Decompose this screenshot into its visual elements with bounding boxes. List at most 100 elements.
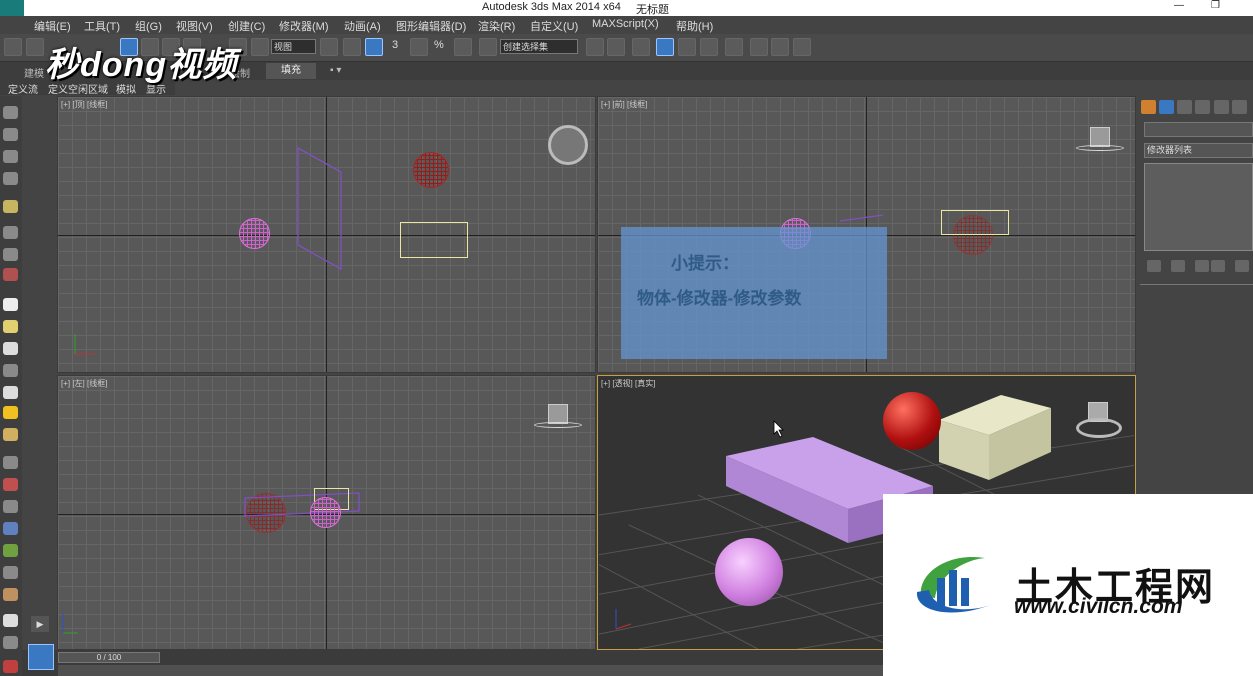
city-icon[interactable] xyxy=(3,636,18,649)
viewport-label[interactable]: [+] [顶] [线框] xyxy=(61,99,107,110)
hf-icon[interactable] xyxy=(3,566,18,579)
sphere-icon[interactable] xyxy=(3,428,18,441)
menu-views[interactable]: 视图(V) xyxy=(176,18,213,34)
teapot-icon[interactable] xyxy=(3,106,18,119)
modifier-list-dropdown[interactable]: 修改器列表 xyxy=(1144,143,1253,158)
modifier-stack[interactable] xyxy=(1144,163,1253,251)
shell-icon[interactable] xyxy=(3,588,18,601)
tab-modeling[interactable]: 建模 xyxy=(24,65,44,80)
rendered-frame-icon[interactable] xyxy=(771,38,789,56)
snap-3-label[interactable]: 3 xyxy=(392,39,398,51)
hierarchy-tab-icon[interactable] xyxy=(1177,100,1192,114)
modify-tab-icon[interactable] xyxy=(1159,100,1174,114)
red-sphere[interactable] xyxy=(883,392,941,450)
manipulate-icon[interactable] xyxy=(365,38,383,56)
hedra-icon[interactable] xyxy=(3,364,18,377)
view-cube-top[interactable] xyxy=(548,125,588,165)
expand-arrow-icon[interactable]: ▶ xyxy=(31,616,49,632)
wire-plane-shape[interactable] xyxy=(293,145,353,275)
link-icon[interactable] xyxy=(4,38,22,56)
graphite-ribbon-icon[interactable] xyxy=(656,38,674,56)
menu-animation[interactable]: 动画(A) xyxy=(344,18,381,34)
spacewarp-icon[interactable] xyxy=(3,268,18,281)
atom-icon[interactable] xyxy=(3,500,18,513)
menu-group[interactable]: 组(G) xyxy=(135,18,162,34)
angle-snap-icon[interactable] xyxy=(410,38,428,56)
viewport-top[interactable]: [+] [顶] [线框] xyxy=(57,96,596,373)
timeline-track[interactable] xyxy=(58,665,883,676)
render-icon[interactable] xyxy=(793,38,811,56)
menu-create[interactable]: 创建(C) xyxy=(228,18,265,34)
time-slider[interactable]: 0 / 100 xyxy=(58,652,160,663)
mirror-icon[interactable] xyxy=(586,38,604,56)
pin-stack-icon[interactable] xyxy=(1147,260,1161,272)
configure-sets-icon[interactable] xyxy=(1235,260,1249,272)
viewport-left[interactable]: [+] [左] [线框] xyxy=(57,375,596,650)
show-end-result-icon[interactable] xyxy=(1171,260,1185,272)
menu-rendering[interactable]: 渲染(R) xyxy=(478,18,515,34)
restore-button[interactable]: ❐ xyxy=(1211,0,1220,11)
move-icon[interactable] xyxy=(343,38,361,56)
yellow-box[interactable] xyxy=(400,222,468,258)
unlink-icon[interactable] xyxy=(26,38,44,56)
object-name-field[interactable] xyxy=(1144,122,1253,137)
schematic-view-icon[interactable] xyxy=(700,38,718,56)
layer-manager-icon[interactable] xyxy=(632,38,650,56)
edit-named-selection-icon[interactable] xyxy=(479,38,497,56)
define-flows-tab[interactable]: 定义流 xyxy=(8,81,38,96)
reference-coord-combo[interactable]: 视图 xyxy=(271,39,316,54)
viewport-label[interactable]: [+] [左] [线框] xyxy=(61,378,107,389)
menu-graph-editors[interactable]: 图形编辑器(D) xyxy=(396,18,466,34)
record-icon[interactable] xyxy=(3,660,18,673)
view-cube-left[interactable] xyxy=(548,404,568,424)
plane-icon[interactable] xyxy=(3,298,18,311)
motion-tab-icon[interactable] xyxy=(1195,100,1210,114)
pink-sphere[interactable] xyxy=(715,538,783,606)
tab-populate[interactable]: 填充 xyxy=(266,63,316,79)
named-selection-combo[interactable]: 创建选择集 xyxy=(500,39,578,54)
material-editor-icon[interactable] xyxy=(725,38,743,56)
sun-icon[interactable] xyxy=(3,406,18,419)
cream-box[interactable] xyxy=(934,390,1054,485)
spinner-snap-icon[interactable] xyxy=(454,38,472,56)
yellow-box[interactable] xyxy=(941,210,1009,235)
menu-maxscript[interactable]: MAXScript(X) xyxy=(592,18,659,30)
ball-icon[interactable] xyxy=(3,614,18,627)
utilities-tab-icon[interactable] xyxy=(1232,100,1247,114)
red-sphere[interactable] xyxy=(413,152,449,188)
menu-customize[interactable]: 自定义(U) xyxy=(530,18,578,34)
particle-icon[interactable] xyxy=(3,456,18,469)
menu-modifiers[interactable]: 修改器(M) xyxy=(279,18,329,34)
create-tab-icon[interactable] xyxy=(1141,100,1156,114)
book-icon[interactable] xyxy=(3,150,18,163)
pivot-icon[interactable] xyxy=(320,38,338,56)
menu-edit[interactable]: 编辑(E) xyxy=(34,18,71,34)
plant-icon[interactable] xyxy=(3,544,18,557)
viewport-layout-icon[interactable] xyxy=(28,644,54,670)
pink-sphere[interactable] xyxy=(239,218,270,249)
light-icon[interactable] xyxy=(3,200,18,213)
viewport-label[interactable]: [+] [透视] [真实] xyxy=(601,378,655,389)
app-logo-icon[interactable] xyxy=(0,0,24,16)
viewport-label[interactable]: [+] [前] [线框] xyxy=(601,99,647,110)
view-cube-front[interactable] xyxy=(1090,127,1110,147)
tube-icon[interactable] xyxy=(3,478,18,491)
box-icon[interactable] xyxy=(3,128,18,141)
globe-icon[interactable] xyxy=(3,522,18,535)
circle-icon[interactable] xyxy=(3,342,18,355)
make-unique-icon[interactable] xyxy=(1195,260,1209,272)
menu-help[interactable]: 帮助(H) xyxy=(676,18,713,34)
scale-icon[interactable] xyxy=(251,38,269,56)
camera-icon[interactable] xyxy=(3,226,18,239)
pink-sphere[interactable] xyxy=(310,497,341,528)
remove-modifier-icon[interactable] xyxy=(1211,260,1225,272)
minimize-button[interactable]: — xyxy=(1174,0,1184,11)
curve-editor-icon[interactable] xyxy=(678,38,696,56)
display-tab-icon[interactable] xyxy=(1214,100,1229,114)
panel-icon[interactable] xyxy=(3,172,18,185)
align-icon[interactable] xyxy=(607,38,625,56)
ribbon-options-dropdown[interactable]: ▪ ▾ xyxy=(330,65,341,76)
render-setup-icon[interactable] xyxy=(750,38,768,56)
cone-icon[interactable] xyxy=(3,386,18,399)
dome-icon[interactable] xyxy=(3,320,18,333)
